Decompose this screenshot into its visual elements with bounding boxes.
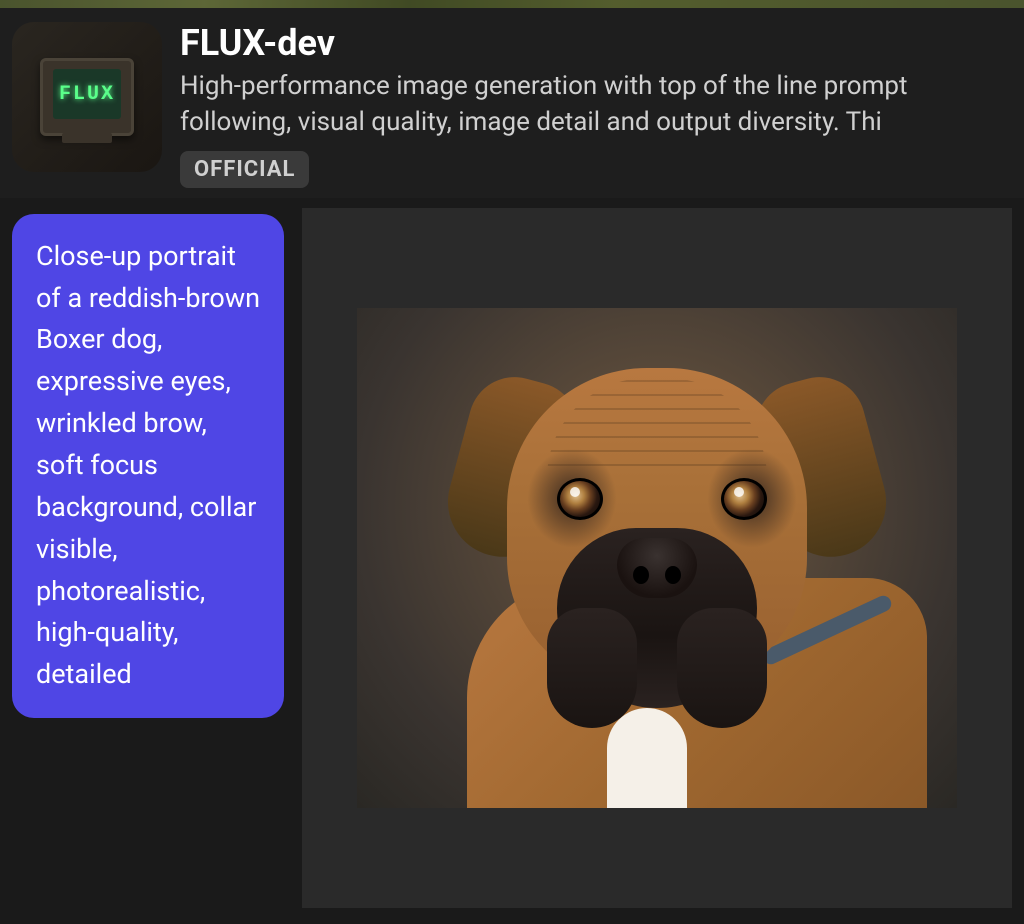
generated-image[interactable] [357, 308, 957, 808]
model-info: FLUX-dev High-performance image generati… [180, 22, 1012, 188]
top-banner-strip [0, 0, 1024, 8]
boxer-dog-illustration [447, 338, 867, 778]
retro-monitor-icon: FLUX [40, 58, 134, 136]
official-badge: OFFICIAL [180, 151, 309, 188]
model-title: FLUX-dev [180, 22, 1012, 64]
prompt-message-bubble[interactable]: Close-up portrait of a reddish-brown Box… [12, 214, 284, 718]
model-description: High-performance image generation with t… [180, 68, 1012, 141]
model-icon: FLUX [12, 22, 162, 172]
image-output-panel [302, 208, 1012, 908]
main-content: Close-up portrait of a reddish-brown Box… [0, 198, 1024, 924]
monitor-screen-label: FLUX [53, 69, 121, 119]
prompt-text: Close-up portrait of a reddish-brown Box… [36, 240, 260, 690]
model-header: FLUX FLUX-dev High-performance image gen… [0, 8, 1024, 198]
